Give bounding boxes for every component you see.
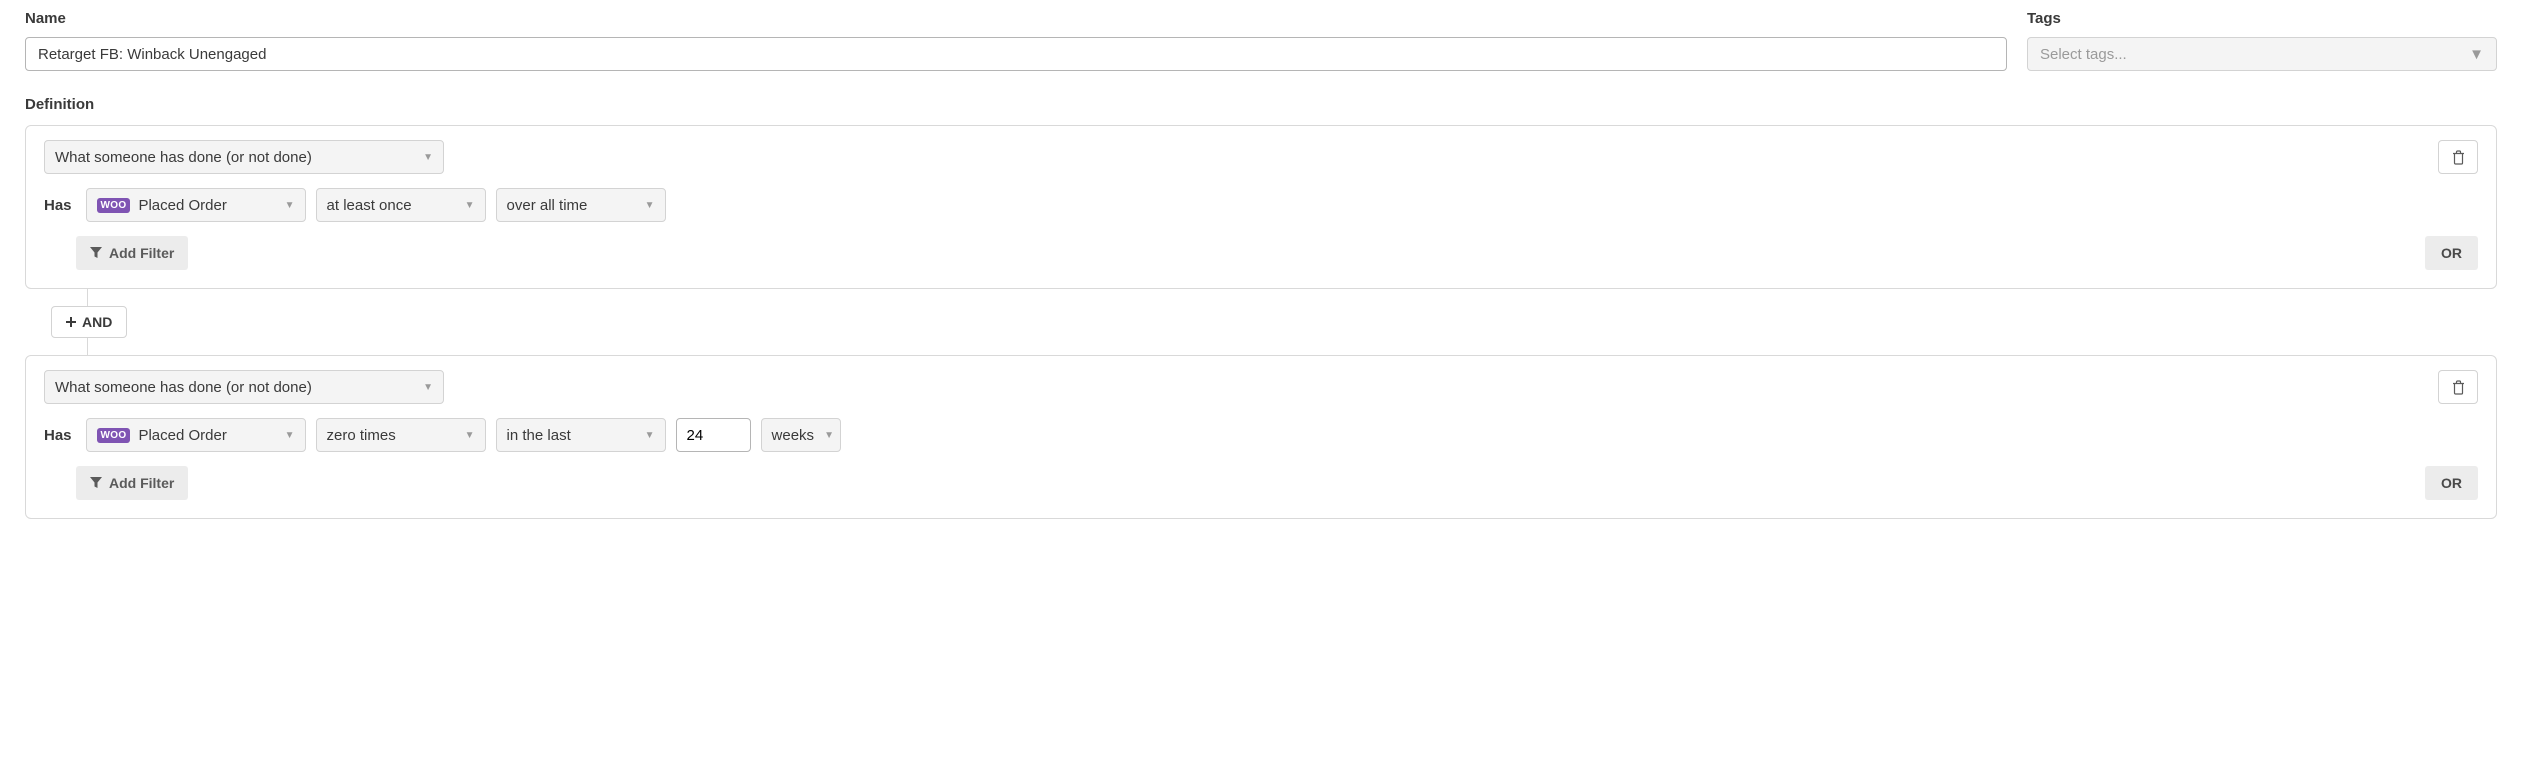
tags-select[interactable]: Select tags... ▼ bbox=[2027, 37, 2497, 71]
has-label: Has bbox=[44, 427, 72, 444]
or-button[interactable]: OR bbox=[2425, 236, 2478, 270]
frequency-value: at least once bbox=[327, 197, 412, 214]
and-label: AND bbox=[82, 314, 112, 330]
plus-icon bbox=[66, 317, 76, 327]
tags-placeholder: Select tags... bbox=[2040, 46, 2127, 63]
add-filter-button[interactable]: Add Filter bbox=[76, 466, 188, 500]
add-filter-label: Add Filter bbox=[109, 245, 174, 261]
chevron-down-icon: ▼ bbox=[645, 430, 655, 441]
condition-type-select[interactable]: What someone has done (or not done) ▼ bbox=[44, 370, 444, 404]
event-select[interactable]: WOO Placed Order ▼ bbox=[86, 418, 306, 452]
chevron-down-icon: ▼ bbox=[423, 382, 433, 393]
condition-card: What someone has done (or not done) ▼ Ha… bbox=[25, 125, 2497, 289]
woo-badge-icon: WOO bbox=[97, 428, 131, 443]
add-filter-label: Add Filter bbox=[109, 475, 174, 491]
timeframe-value: in the last bbox=[507, 427, 571, 444]
chevron-down-icon: ▼ bbox=[465, 200, 475, 211]
and-button[interactable]: AND bbox=[51, 306, 127, 338]
name-label: Name bbox=[25, 10, 2007, 27]
chevron-down-icon: ▼ bbox=[285, 200, 295, 211]
filter-icon bbox=[90, 477, 102, 489]
condition-type-select[interactable]: What someone has done (or not done) ▼ bbox=[44, 140, 444, 174]
unit-value: weeks bbox=[772, 427, 815, 444]
frequency-value: zero times bbox=[327, 427, 396, 444]
condition-card: What someone has done (or not done) ▼ Ha… bbox=[25, 355, 2497, 519]
tags-label: Tags bbox=[2027, 10, 2497, 27]
name-input[interactable] bbox=[25, 37, 2007, 71]
chevron-down-icon: ▼ bbox=[2469, 46, 2484, 63]
chevron-down-icon: ▼ bbox=[285, 430, 295, 441]
delete-condition-button[interactable] bbox=[2438, 140, 2478, 174]
duration-input[interactable] bbox=[676, 418, 751, 452]
unit-select[interactable]: weeks ▼ bbox=[761, 418, 841, 452]
timeframe-value: over all time bbox=[507, 197, 588, 214]
chevron-down-icon: ▼ bbox=[645, 200, 655, 211]
condition-type-value: What someone has done (or not done) bbox=[55, 149, 312, 166]
add-filter-button[interactable]: Add Filter bbox=[76, 236, 188, 270]
chevron-down-icon: ▼ bbox=[824, 430, 834, 441]
woo-badge-icon: WOO bbox=[97, 198, 131, 213]
event-value: Placed Order bbox=[138, 197, 226, 214]
condition-type-value: What someone has done (or not done) bbox=[55, 379, 312, 396]
has-label: Has bbox=[44, 197, 72, 214]
definition-label: Definition bbox=[25, 96, 2497, 113]
delete-condition-button[interactable] bbox=[2438, 370, 2478, 404]
event-value: Placed Order bbox=[138, 427, 226, 444]
chevron-down-icon: ▼ bbox=[423, 152, 433, 163]
filter-icon bbox=[90, 247, 102, 259]
chevron-down-icon: ▼ bbox=[465, 430, 475, 441]
frequency-select[interactable]: zero times ▼ bbox=[316, 418, 486, 452]
trash-icon bbox=[2452, 380, 2465, 395]
frequency-select[interactable]: at least once ▼ bbox=[316, 188, 486, 222]
event-select[interactable]: WOO Placed Order ▼ bbox=[86, 188, 306, 222]
timeframe-select[interactable]: over all time ▼ bbox=[496, 188, 666, 222]
timeframe-select[interactable]: in the last ▼ bbox=[496, 418, 666, 452]
or-button[interactable]: OR bbox=[2425, 466, 2478, 500]
trash-icon bbox=[2452, 150, 2465, 165]
